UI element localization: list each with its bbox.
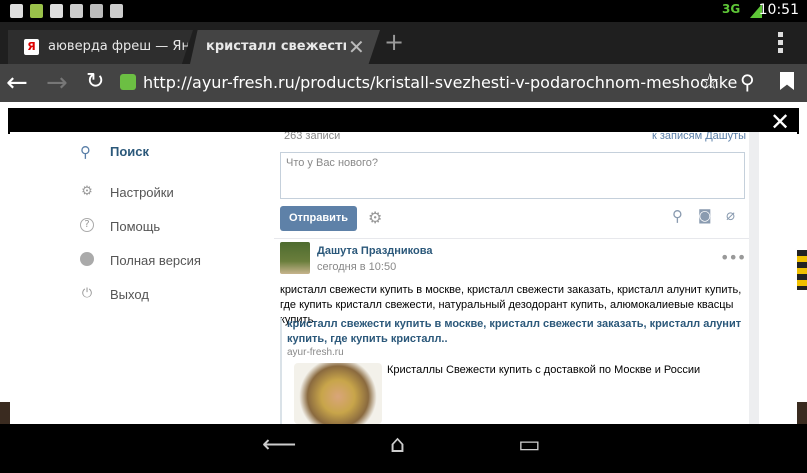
gear-icon: ⚙: [81, 184, 93, 199]
notification-icon: [10, 4, 23, 18]
navigation-bar: ⟵ ⌂ ▭: [0, 424, 807, 473]
notification-icon: [70, 4, 83, 18]
nav-recent-icon[interactable]: ▭: [518, 430, 541, 458]
help-icon: ?: [80, 218, 94, 232]
more-icon[interactable]: •••: [720, 248, 746, 267]
globe-icon: [80, 252, 94, 266]
page-decoration: [797, 250, 807, 290]
menu-item-search[interactable]: Поиск: [110, 144, 149, 159]
nav-back-icon[interactable]: ⟵: [262, 430, 296, 458]
to-records-link[interactable]: к записям Дашуты: [652, 132, 746, 142]
power-icon: ⏻: [81, 286, 93, 301]
address-bar: ← → ↻ http://ayur-fresh.ru/products/kris…: [0, 64, 807, 102]
new-tab-button[interactable]: +: [384, 28, 404, 56]
location-icon[interactable]: ⚲: [672, 207, 683, 225]
modal-header: [8, 108, 799, 134]
avatar[interactable]: [280, 242, 310, 274]
reload-icon[interactable]: ↻: [86, 69, 104, 94]
url-input[interactable]: http://ayur-fresh.ru/products/kristall-s…: [143, 73, 737, 92]
yandex-favicon-icon: Я: [24, 39, 39, 55]
records-count: 263 записи: [284, 132, 341, 142]
attach-icon[interactable]: ⌀: [726, 206, 735, 224]
post-author[interactable]: Дашута Праздникова: [317, 245, 432, 257]
camera-icon[interactable]: ◙: [698, 208, 712, 224]
notification-icon: [30, 4, 43, 18]
menu-item-full-version[interactable]: Полная версия: [110, 253, 201, 268]
search-icon: ⚲: [80, 143, 91, 161]
close-tab-icon[interactable]: ✕: [348, 35, 365, 59]
feed: 263 записи к записям Дашуты Что у Вас но…: [274, 132, 759, 424]
status-bar: 3G 10:51: [0, 0, 807, 22]
send-button[interactable]: Отправить: [280, 206, 357, 231]
search-icon[interactable]: ⚲: [740, 70, 755, 94]
post-time[interactable]: сегодня в 10:50: [317, 261, 396, 273]
tab-label: аюверда фреш — Янд...: [48, 39, 188, 54]
side-menu: ⚲ Поиск ⚙ Настройки ? Помощь Полная верс…: [10, 132, 274, 424]
clock: 10:51: [758, 2, 799, 18]
wall-card: 263 записи к записям Дашуты Что у Вас но…: [274, 132, 749, 424]
back-icon[interactable]: ←: [6, 68, 28, 98]
download-icon: [90, 4, 103, 18]
link-description: Кристаллы Свежести купить с доставкой по…: [387, 364, 701, 376]
menu-item-settings[interactable]: Настройки: [110, 185, 174, 200]
menu-item-logout[interactable]: Выход: [110, 287, 149, 302]
download-icon: [110, 4, 123, 18]
divider: [274, 238, 749, 239]
nav-home-icon[interactable]: ⌂: [390, 430, 405, 458]
vk-widget: ⚲ Поиск ⚙ Настройки ? Помощь Полная верс…: [10, 132, 797, 424]
new-post-input[interactable]: Что у Вас нового?: [280, 152, 745, 199]
link-title[interactable]: кристалл свежести купить в москве, крист…: [287, 317, 745, 347]
star-icon[interactable]: ☆: [700, 70, 720, 95]
gear-icon[interactable]: ⚙: [368, 208, 382, 227]
link-image[interactable]: [294, 363, 382, 424]
snippet-border: [280, 318, 282, 424]
close-icon[interactable]: ✕: [768, 108, 792, 136]
link-domain: ayur-fresh.ru: [287, 347, 344, 358]
site-favicon-icon: [120, 74, 136, 90]
tab-active[interactable]: кристалл свежести к... ✕: [190, 30, 380, 64]
forward-icon[interactable]: →: [46, 68, 68, 98]
menu-item-help[interactable]: Помощь: [110, 219, 160, 234]
right-panel: [759, 132, 797, 424]
notification-icon: [50, 4, 63, 18]
menu-icon[interactable]: [778, 32, 783, 56]
tab-yandex[interactable]: Я аюверда фреш — Янд...: [8, 30, 193, 64]
tab-label: кристалл свежести к...: [206, 39, 346, 54]
network-type: 3G: [722, 2, 741, 16]
bookmark-icon[interactable]: [780, 72, 794, 90]
